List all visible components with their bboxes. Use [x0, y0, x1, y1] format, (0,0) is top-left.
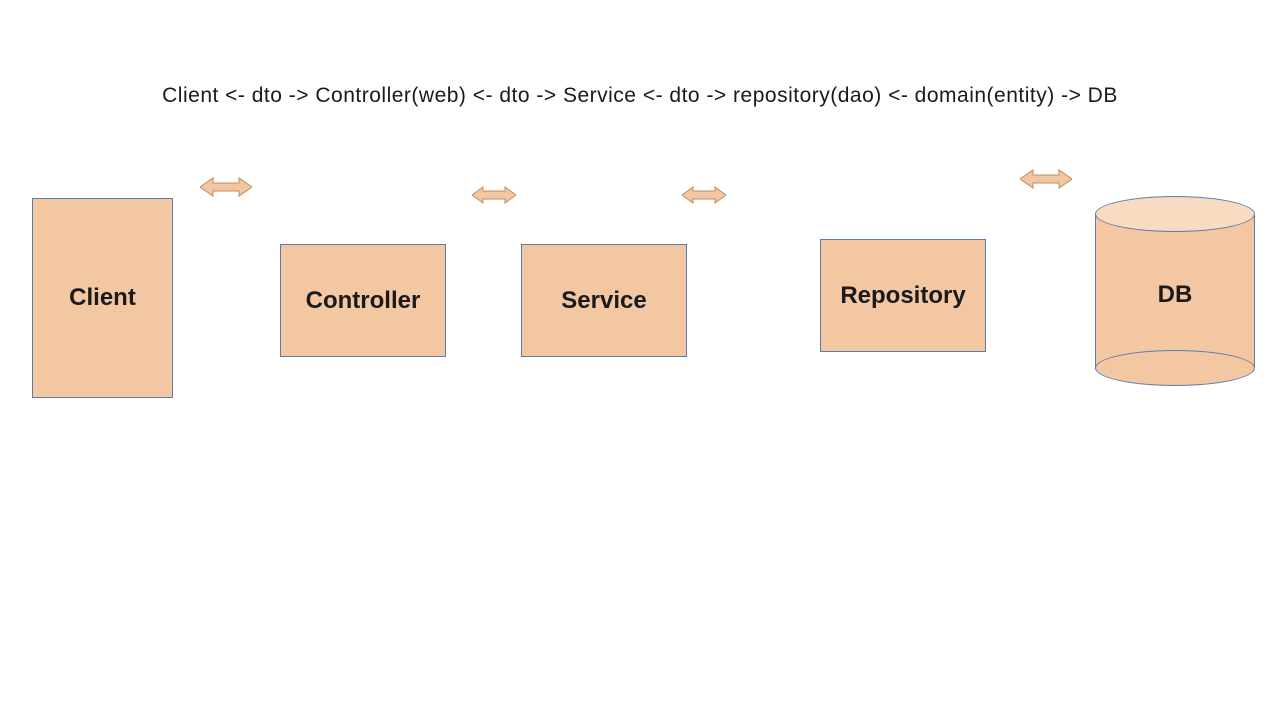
controller-label: Controller: [306, 287, 421, 315]
db-top: [1095, 196, 1255, 232]
db-bottom: [1095, 350, 1255, 386]
db-cylinder: DB: [1095, 196, 1255, 386]
repository-label: Repository: [840, 282, 965, 310]
db-label: DB: [1095, 281, 1255, 309]
double-arrow-icon: [472, 185, 516, 205]
service-box: Service: [521, 244, 687, 357]
double-arrow-icon: [1020, 168, 1072, 190]
controller-box: Controller: [280, 244, 446, 357]
client-label: Client: [69, 284, 136, 312]
architecture-flow-text: Client <- dto -> Controller(web) <- dto …: [0, 84, 1280, 108]
repository-box: Repository: [820, 239, 986, 352]
service-label: Service: [561, 287, 646, 315]
double-arrow-icon: [200, 176, 252, 198]
double-arrow-icon: [682, 185, 726, 205]
client-box: Client: [32, 198, 173, 398]
